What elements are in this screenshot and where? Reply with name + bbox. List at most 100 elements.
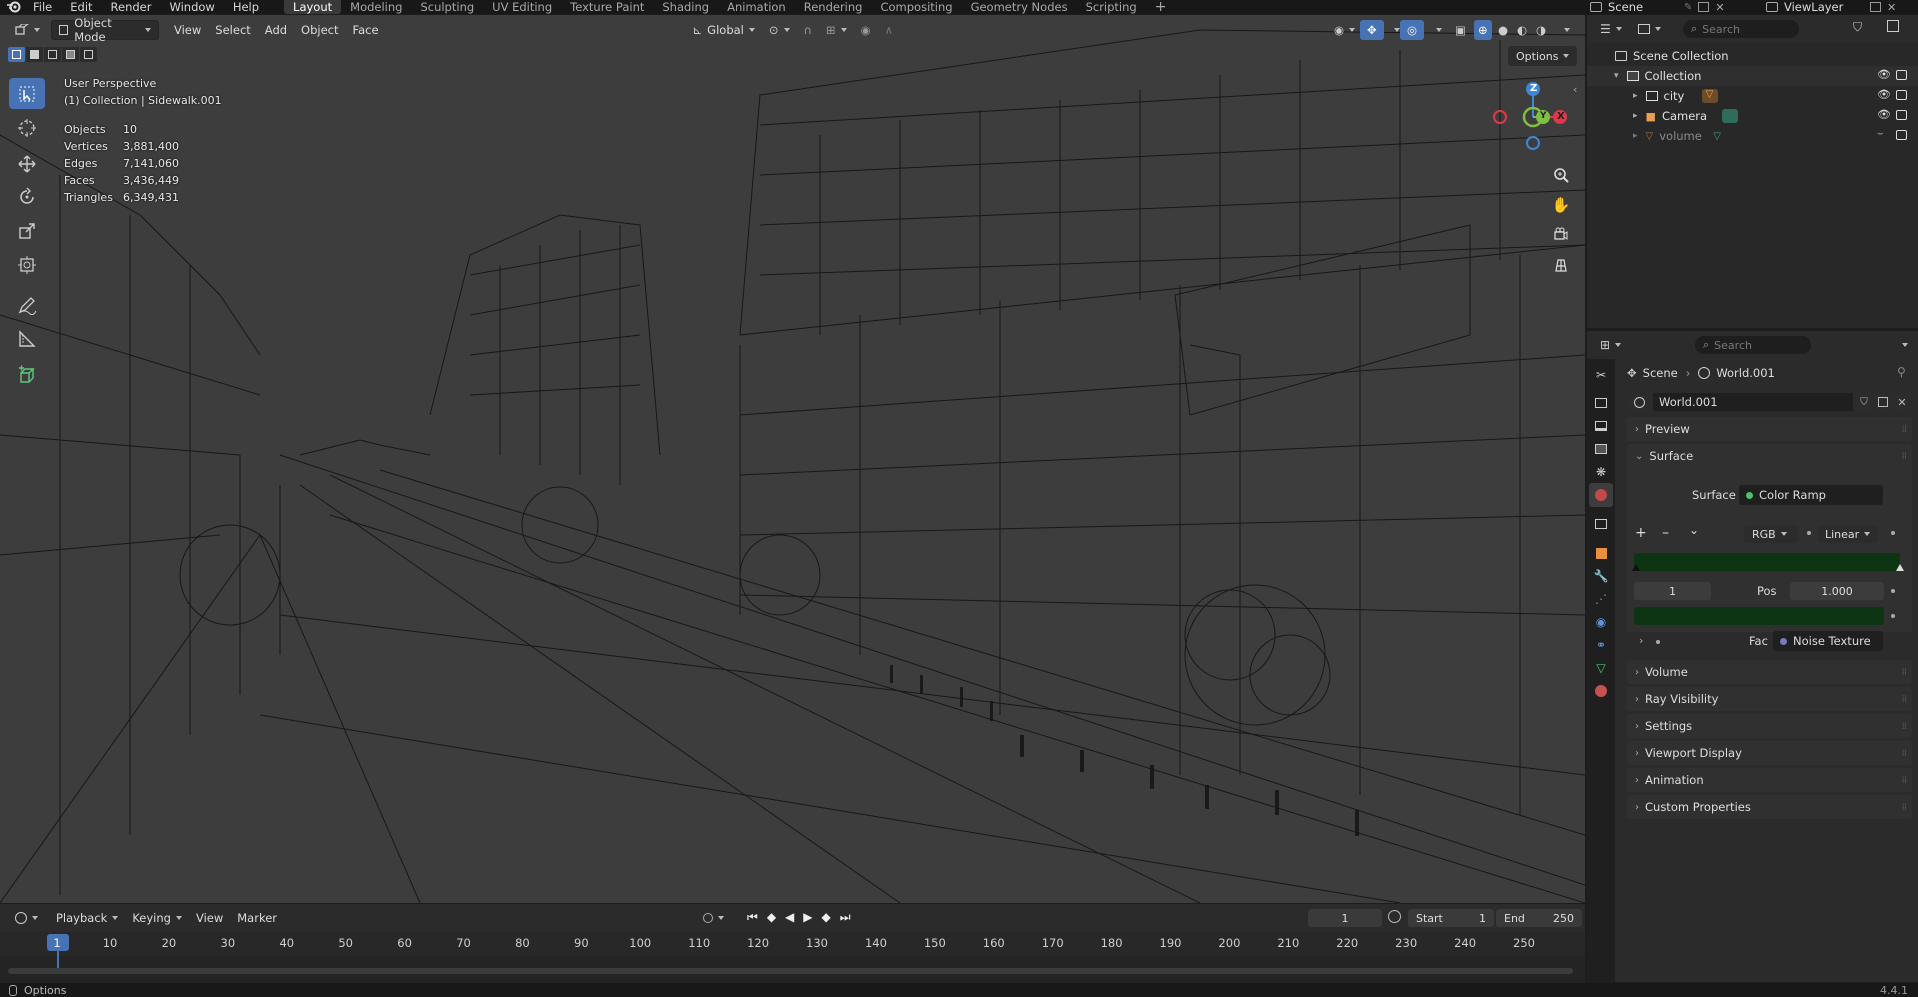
color-mode-keyframe-dot[interactable] [1807,531,1811,535]
select-invert-icon[interactable] [62,47,79,62]
viewport-menu-view[interactable]: View [167,20,208,40]
viewport-menu-select[interactable]: Select [208,20,257,40]
pos-keyframe-dot[interactable] [1891,589,1895,593]
remove-color-stop-icon[interactable]: – [1662,525,1669,541]
world-name-field[interactable]: World.001 [1653,393,1853,411]
proportional-edit-toggle[interactable]: ◉ [854,20,878,40]
color-ramp-bar[interactable] [1634,553,1900,571]
fac-input-field[interactable]: Noise Texture [1773,631,1883,651]
new-collection-icon[interactable] [1887,20,1899,32]
camera-expand-icon[interactable]: ▸ [1633,111,1638,121]
color-mode-dropdown[interactable]: RGB [1744,525,1798,543]
add-cube-tool[interactable] [9,359,45,390]
add-workspace-icon[interactable]: + [1146,0,1176,14]
tab-output[interactable] [1589,414,1613,438]
jump-prev-keyframe-icon[interactable]: ◆ [767,910,776,925]
transform-orientation-dropdown[interactable]: ⊾ Global [686,20,762,40]
tab-material[interactable] [1589,679,1613,703]
volume-render-camera-icon[interactable] [1896,130,1907,140]
cursor-tool[interactable] [9,112,45,143]
select-subtract-icon[interactable] [44,47,61,62]
tab-physics[interactable]: ◉ [1589,610,1613,634]
tab-object[interactable] [1589,541,1613,565]
workspace-tab-animation[interactable]: Animation [718,0,795,14]
ramp-specials-dropdown[interactable]: ⌄ [1689,523,1699,537]
fake-user-button[interactable]: ⛉ [1855,393,1873,411]
start-frame-field[interactable]: Start 1 [1408,909,1494,927]
measure-tool[interactable] [9,323,45,354]
3d-viewport[interactable]: Object Mode View Select Add Object Face … [0,15,1585,903]
surface-shader-field[interactable]: Color Ramp [1739,485,1883,505]
shading-rendered-button[interactable]: ◑ [1532,20,1550,40]
outliner-row-scene-collection[interactable]: Scene Collection [1587,46,1918,66]
keying-menu[interactable]: Keying [125,908,189,928]
delete-view-layer-icon[interactable]: ✕ [1887,1,1896,14]
new-view-layer-icon[interactable] [1870,2,1881,12]
workspace-tab-scripting[interactable]: Scripting [1077,0,1146,14]
drag-handle-icon[interactable]: ⁞⁞ [1902,424,1907,435]
snap-toggle[interactable]: ∩ [797,20,819,40]
city-expand-icon[interactable]: ▸ [1633,91,1638,101]
pos-field[interactable]: 1.000 [1790,582,1884,600]
shading-wireframe-button[interactable]: ⊕ [1474,19,1492,40]
menu-edit[interactable]: Edit [61,0,101,14]
tab-constraints[interactable]: ⚭ [1589,633,1613,657]
properties-search-input[interactable]: ⌕ Search [1695,336,1811,354]
snap-target-dropdown[interactable]: ⊞ [819,20,854,40]
outliner-row-camera[interactable]: ▸ ■ Camera 👁 [1587,106,1918,126]
panel-ray-visibility[interactable]: › Ray Visibility ⁞⁞ [1627,687,1912,711]
breadcrumb-scene[interactable]: Scene [1643,366,1678,380]
use-preview-range-icon[interactable] [1388,910,1401,923]
drag-handle-icon[interactable]: ⁞⁞ [1902,667,1907,678]
viewport-options-button[interactable]: Options [1508,46,1578,66]
camera-view-button[interactable] [1549,223,1573,247]
outliner-editor-type-button[interactable]: ☰ [1593,19,1629,39]
workspace-tab-sculpting[interactable]: Sculpting [411,0,483,14]
camera-visibility-eye-icon[interactable]: 👁 [1877,108,1891,121]
tab-tool[interactable]: ✂ [1589,363,1613,387]
panel-surface[interactable]: ⌄ Surface ⁞⁞ [1627,444,1912,468]
menu-render[interactable]: Render [102,0,161,14]
playback-menu[interactable]: Playback [49,908,125,928]
properties-options-dropdown[interactable] [1897,336,1908,350]
workspace-tab-layout[interactable]: Layout [284,0,342,14]
shading-dropdown[interactable] [1552,20,1577,40]
timeline-scrollbar[interactable] [8,968,1573,974]
move-tool[interactable] [9,148,45,179]
scene-icon[interactable] [1590,2,1602,12]
overlays-dropdown[interactable] [1424,20,1449,40]
outliner-row-collection[interactable]: ▾ Collection 👁 [1587,66,1918,86]
camera-render-camera-icon[interactable] [1896,110,1907,120]
pan-view-button[interactable]: ✋ [1549,193,1573,217]
pin-context-icon[interactable]: ⚲ [1897,365,1906,379]
duplicate-world-button[interactable] [1874,393,1892,411]
object-mode-dropdown[interactable]: Object Mode [51,16,159,44]
workspace-tab-modeling[interactable]: Modeling [341,0,411,14]
drag-handle-icon[interactable]: ⁞⁞ [1902,802,1907,813]
orthographic-toggle-button[interactable] [1549,253,1573,277]
xray-toggle[interactable]: ▣ [1448,20,1473,40]
visibility-dropdown[interactable]: ◉ [1327,20,1362,40]
fac-expand-icon[interactable]: › [1639,634,1643,647]
volume-expand-icon[interactable]: ▸ [1633,131,1638,141]
auto-keying-toggle[interactable] [696,908,731,928]
drag-handle-icon[interactable]: ⁞⁞ [1902,748,1907,759]
jump-end-icon[interactable]: ⏭ [840,910,851,925]
city-visibility-eye-icon[interactable]: 👁 [1877,88,1891,101]
workspace-tab-geometry-nodes[interactable]: Geometry Nodes [962,0,1077,14]
select-extend-icon[interactable] [26,47,43,62]
play-icon[interactable]: ▶ [803,910,812,925]
menu-help[interactable]: Help [224,0,268,14]
menu-window[interactable]: Window [160,0,223,14]
rotate-tool[interactable] [9,181,45,212]
editor-type-button[interactable] [8,20,47,40]
shading-material-button[interactable]: ◐ [1513,20,1531,40]
shading-solid-button[interactable]: ● [1494,20,1512,40]
zoom-view-button[interactable] [1549,163,1573,187]
unlink-world-button[interactable]: ✕ [1893,393,1911,411]
outliner-row-volume[interactable]: ▸ ▽ volume ▽ ⌣ [1587,126,1918,146]
stop-index-field[interactable]: 1 [1634,582,1711,600]
end-frame-field[interactable]: End 250 [1496,909,1582,927]
tab-modifiers[interactable]: 🔧 [1589,564,1613,588]
delete-scene-icon[interactable]: ✕ [1715,1,1724,14]
